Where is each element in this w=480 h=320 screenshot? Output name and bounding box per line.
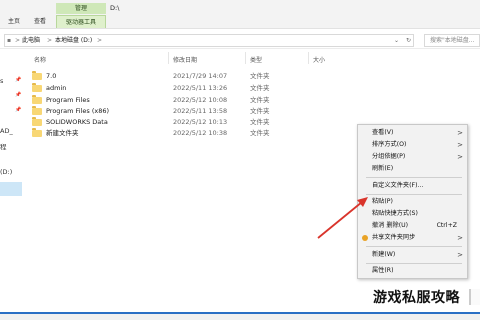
watermark-edge [469,289,480,305]
annotation-arrow-icon [317,197,368,239]
watermark-text: 游戏私服攻略 [373,290,460,306]
arrow-shaft [317,201,363,239]
status-bar [0,314,480,320]
